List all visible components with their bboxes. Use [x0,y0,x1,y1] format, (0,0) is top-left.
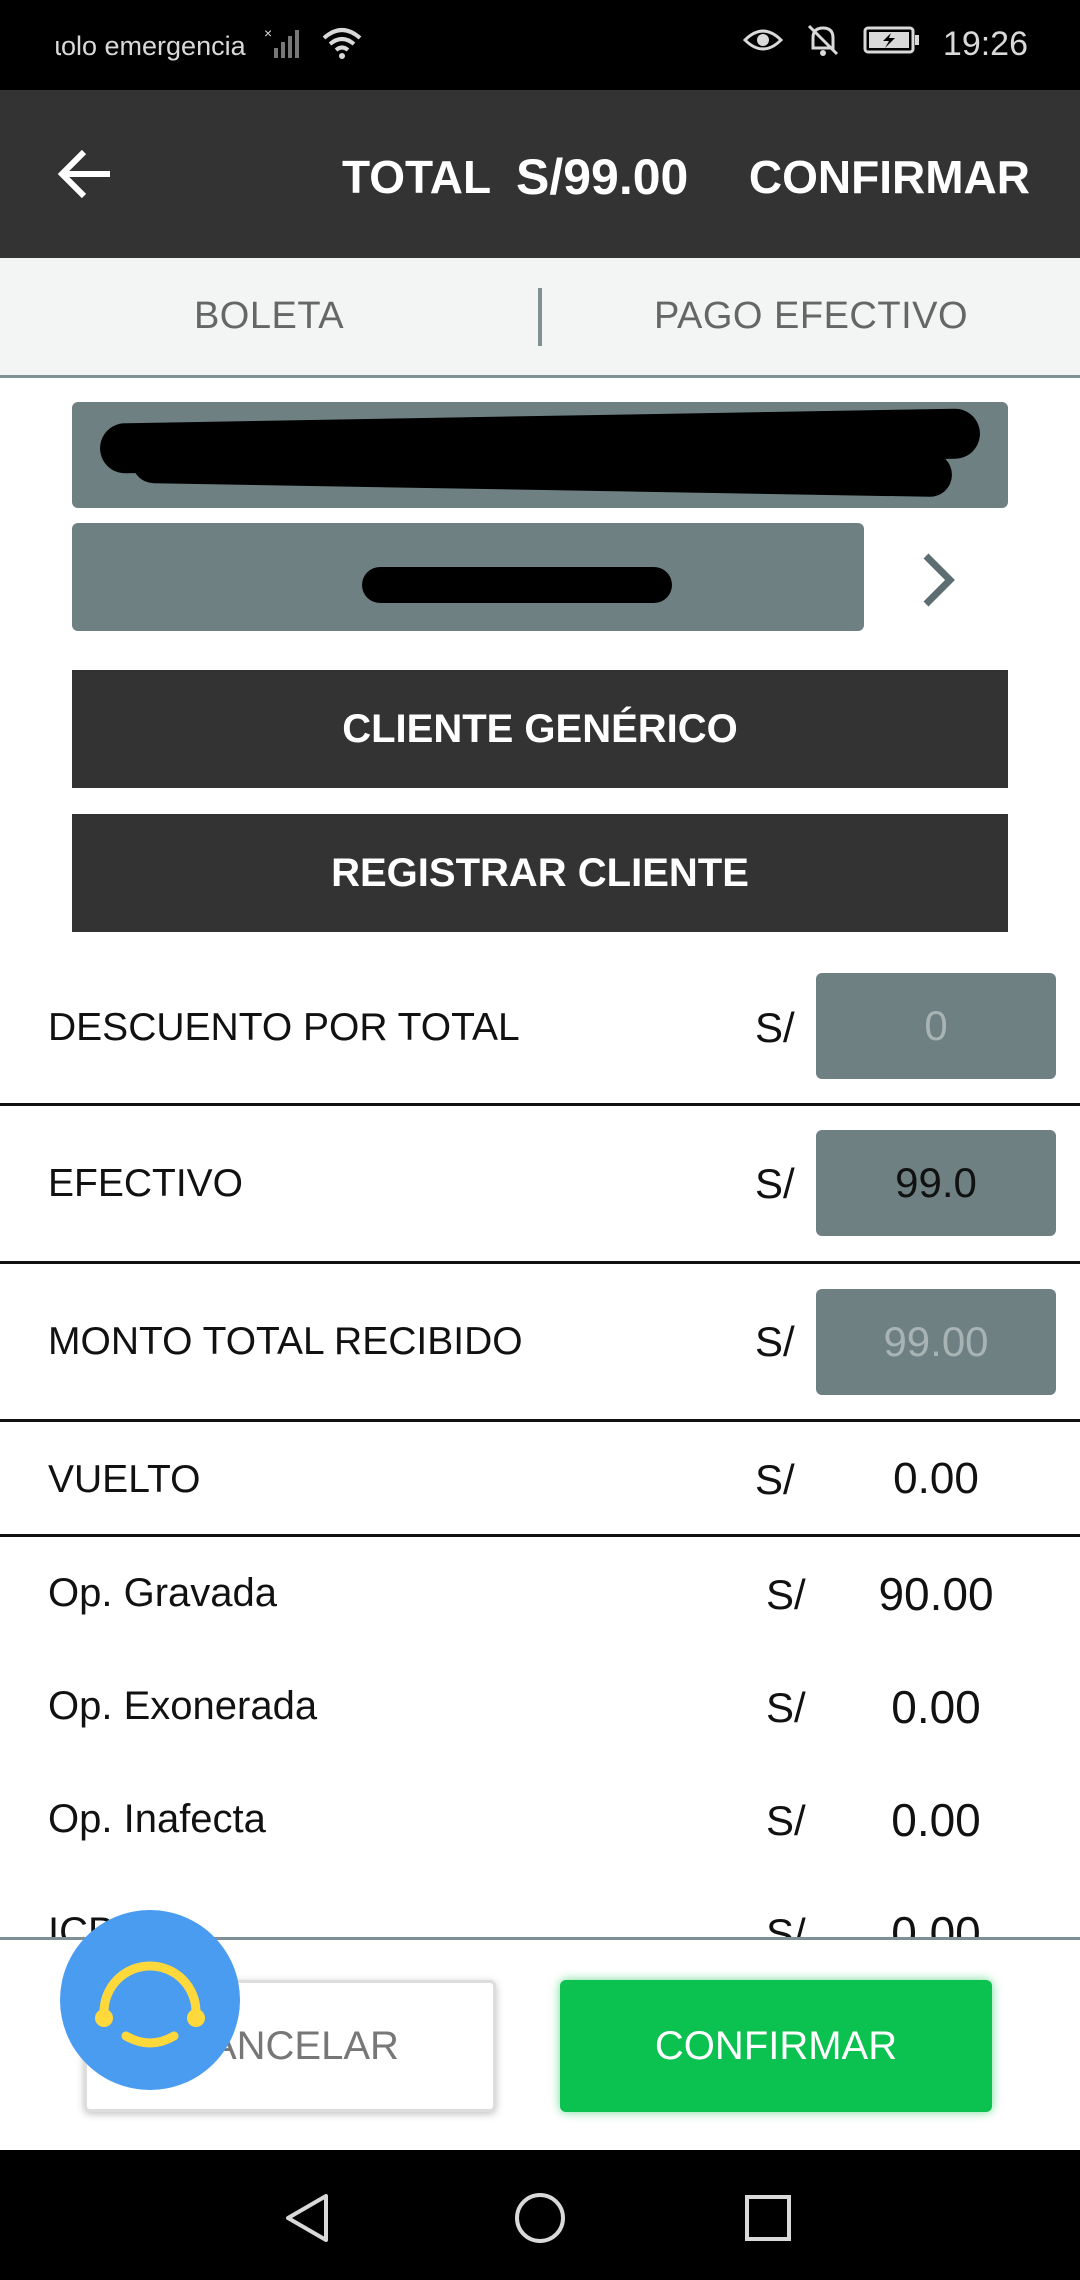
summary-label: Op. Gravada [48,1571,278,1615]
tab-boleta[interactable]: BOLETA [0,258,538,375]
status-right: 19:26 [742,22,1028,67]
headset-support-icon [95,1961,205,2048]
support-fab[interactable] [60,1910,240,2090]
back-button[interactable] [48,136,124,212]
cash-label: EFECTIVO [48,1162,244,1205]
app-bar: TOTAL S/99.00 CONFIRMAR [0,90,1080,258]
summary-value: 0.00 [891,1681,981,1733]
cash-row: EFECTIVO S/ 99.0 [0,1106,1080,1261]
cash-input[interactable]: 99.0 [816,1130,1056,1236]
status-left: ɩolo emergencia × [55,25,362,67]
summary-currency: S/ [766,1571,806,1618]
summary-value: 0.00 [891,1794,981,1846]
system-nav-bar [0,2150,1080,2280]
customer-detail-button[interactable] [898,540,978,620]
customer-name-field[interactable] [72,523,864,631]
summary-currency: S/ [766,1910,806,1937]
nav-back-button[interactable] [270,2180,346,2256]
change-currency: S/ [755,1456,795,1503]
summary-list: Op. Gravada S/ 90.00 Op. Exonerada S/ 0.… [0,1537,1080,1937]
discount-currency: S/ [755,1004,795,1051]
received-input: 99.00 [816,1289,1056,1395]
change-value: 0.00 [893,1454,979,1503]
nav-recents-icon [745,2195,791,2241]
discount-label: DESCUENTO POR TOTAL [48,1006,520,1049]
carrier-text: ɩolo emergencia [55,31,246,61]
received-row: MONTO TOTAL RECIBIDO S/ 99.00 [0,1264,1080,1419]
tab-pago-efectivo[interactable]: PAGO EFECTIVO [542,258,1080,375]
status-bar: ɩolo emergencia × 19:26 [0,0,1080,90]
wifi-icon [322,26,362,67]
summary-currency: S/ [766,1684,806,1731]
clock-text: 19:26 [942,25,1028,63]
nav-back-icon [286,2194,328,2242]
no-signal-icon: × [264,25,304,67]
nav-home-button[interactable] [502,2180,578,2256]
change-label: VUELTO [48,1458,201,1501]
cash-currency: S/ [755,1160,795,1207]
svg-text:×: × [264,26,272,41]
redaction-mark [362,567,672,603]
generic-client-button[interactable]: CLIENTE GENÉRICO [72,670,1008,788]
summary-label: Op. Inafecta [48,1797,266,1841]
change-row: VUELTO S/ 0.00 [0,1422,1080,1535]
register-client-button[interactable]: REGISTRAR CLIENTE [72,814,1008,932]
confirm-button[interactable]: CONFIRMAR [560,1980,992,2112]
eye-icon [742,24,784,65]
summary-label: Op. Exonerada [48,1684,318,1728]
discount-input[interactable]: 0 [816,973,1056,1079]
received-label: MONTO TOTAL RECIBIDO [48,1320,523,1363]
tab-bar: BOLETA PAGO EFECTIVO [0,258,1080,378]
battery-charging-icon [863,25,921,64]
total-label: TOTAL [342,151,492,203]
discount-row: DESCUENTO POR TOTAL S/ 0 [0,972,1080,1102]
arrow-left-icon [57,149,110,199]
nav-recents-button[interactable] [730,2180,806,2256]
total-value: S/99.00 [516,149,689,205]
summary-currency: S/ [766,1797,806,1844]
chevron-right-icon [923,553,955,607]
confirm-top-button[interactable]: CONFIRMAR [749,150,1030,204]
summary-value: 90.00 [878,1568,994,1620]
document-number-field[interactable] [72,402,1008,508]
bell-off-icon [805,22,841,67]
nav-home-icon [515,2193,565,2243]
summary-value: 0.00 [891,1907,981,1937]
received-currency: S/ [755,1318,795,1365]
